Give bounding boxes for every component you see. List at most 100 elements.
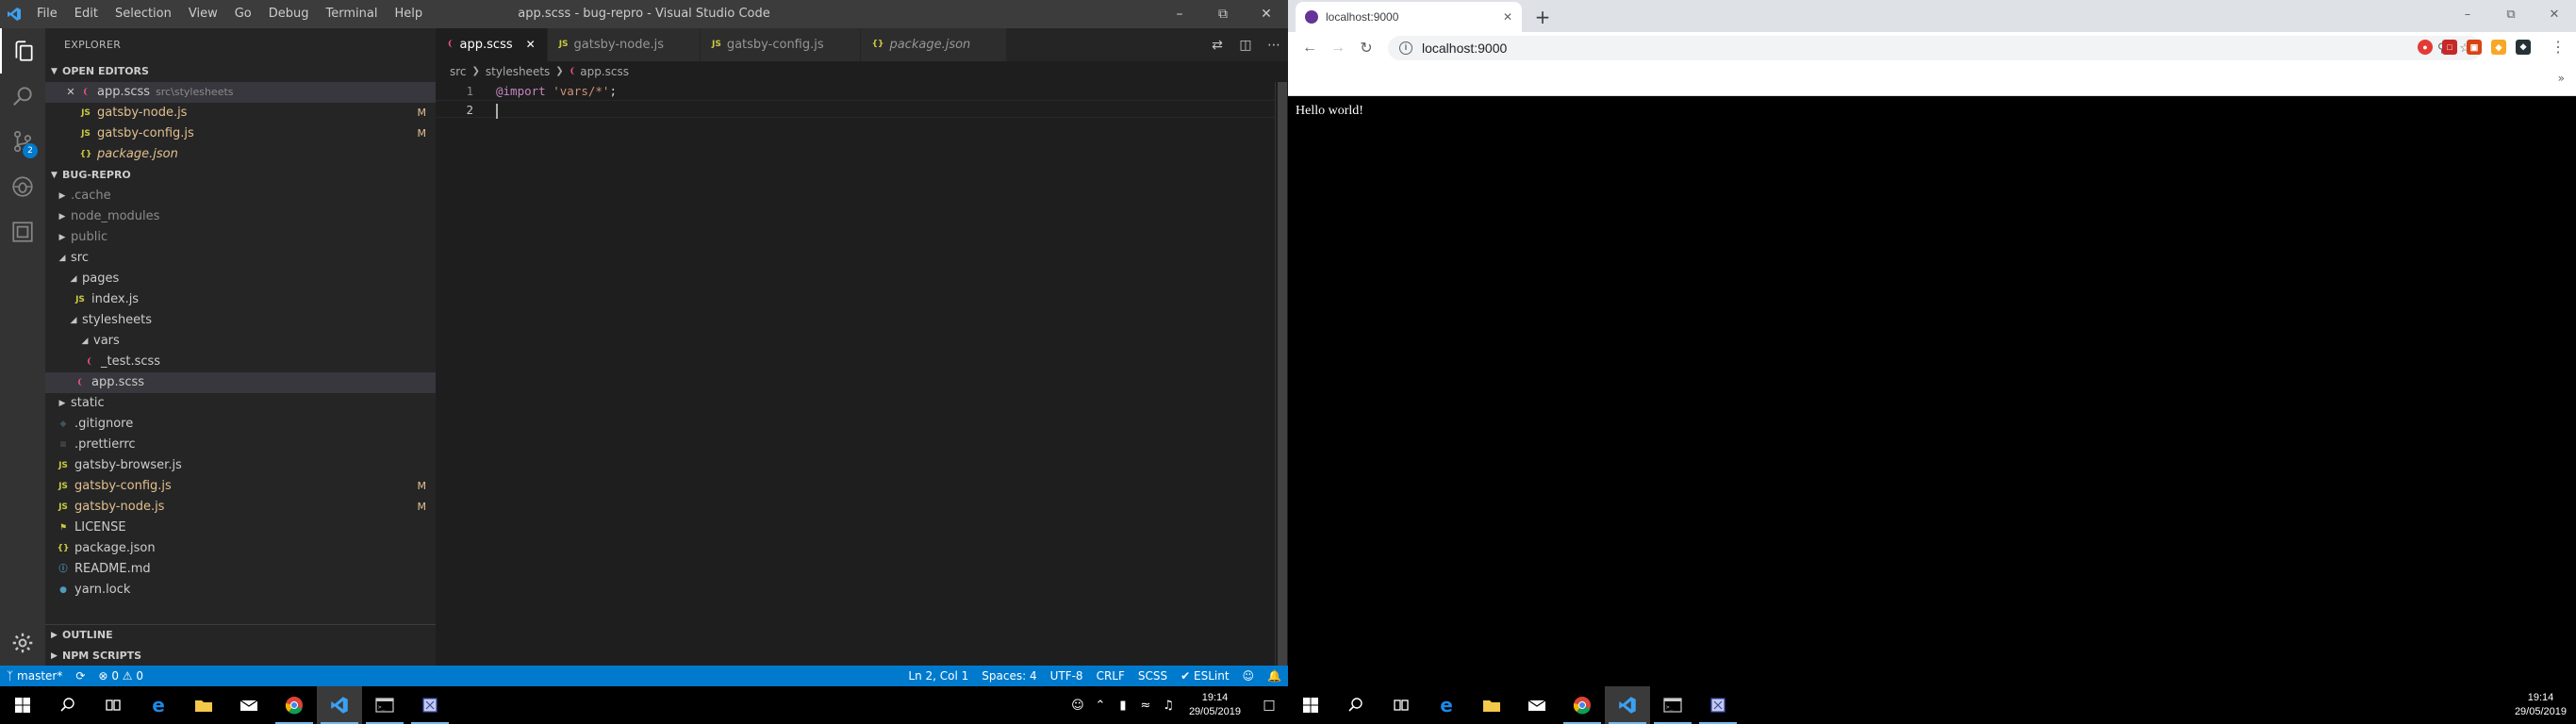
more-actions-icon[interactable]: ⋯ bbox=[1260, 38, 1288, 53]
tree-file[interactable]: JS gatsby-browser.js bbox=[45, 455, 436, 476]
menu-file[interactable]: File bbox=[28, 0, 66, 28]
mail-icon[interactable] bbox=[1514, 686, 1560, 724]
menu-go[interactable]: Go bbox=[226, 0, 260, 28]
tree-file[interactable]: ● yarn.lock bbox=[45, 580, 436, 601]
open-editor-item[interactable]: {} package.json bbox=[45, 144, 436, 165]
info-icon[interactable]: i bbox=[1399, 41, 1412, 55]
minimize-icon[interactable]: – bbox=[1158, 0, 1201, 28]
restore-icon[interactable]: ⧉ bbox=[1201, 0, 1245, 28]
tab-app-scss[interactable]: ❨ app.scss ✕ bbox=[436, 28, 548, 61]
tree-file[interactable]: {} package.json bbox=[45, 538, 436, 559]
outline-header[interactable]: ▶ OUTLINE bbox=[45, 625, 436, 646]
adblock-extension-icon[interactable]: ● bbox=[2418, 40, 2433, 55]
chrome-icon[interactable] bbox=[1560, 686, 1605, 724]
windows-start-icon[interactable] bbox=[1288, 686, 1333, 724]
vscode-icon[interactable] bbox=[1605, 686, 1650, 724]
tab-gatsby-node[interactable]: JS gatsby-node.js bbox=[547, 28, 701, 61]
extensions-icon[interactable] bbox=[0, 209, 45, 255]
extension-icon[interactable]: ▣ bbox=[2467, 40, 2482, 55]
breadcrumb-item[interactable]: stylesheets bbox=[486, 61, 550, 82]
search-icon[interactable] bbox=[1333, 686, 1379, 724]
close-icon[interactable]: ✕ bbox=[2533, 0, 2576, 28]
open-editors-header[interactable]: ▼ OPEN EDITORS bbox=[45, 61, 436, 82]
terminal-icon[interactable]: >_ bbox=[1650, 686, 1695, 724]
npm-scripts-header[interactable]: ▶ NPM SCRIPTS bbox=[45, 646, 436, 666]
feedback-icon[interactable]: ☺ bbox=[1236, 669, 1262, 683]
menu-terminal[interactable]: Terminal bbox=[318, 0, 387, 28]
settings-gear-icon[interactable] bbox=[0, 620, 45, 666]
address-bar[interactable]: i localhost:9000 ⚲ ☆ bbox=[1388, 36, 2482, 60]
notifications-bell-icon[interactable]: 🔔 bbox=[1261, 669, 1288, 683]
file-explorer-icon[interactable] bbox=[1469, 686, 1514, 724]
cursor-position[interactable]: Ln 2, Col 1 bbox=[901, 669, 975, 683]
chrome-icon[interactable] bbox=[272, 686, 317, 724]
line-ending[interactable]: CRLF bbox=[1090, 669, 1131, 683]
source-control-icon[interactable]: 2 bbox=[0, 119, 45, 164]
tree-folder[interactable]: ▶ static bbox=[45, 393, 436, 414]
tree-file[interactable]: JS gatsby-node.js M bbox=[45, 497, 436, 518]
search-icon[interactable] bbox=[0, 74, 45, 119]
indentation[interactable]: Spaces: 4 bbox=[975, 669, 1043, 683]
project-header[interactable]: ▼ BUG-REPRO bbox=[45, 165, 436, 186]
back-arrow-icon[interactable]: ← bbox=[1296, 34, 1324, 62]
close-icon[interactable]: ✕ bbox=[526, 28, 536, 61]
edge-icon[interactable]: e bbox=[1424, 686, 1469, 724]
snipping-tool-icon[interactable] bbox=[1695, 686, 1741, 724]
file-explorer-icon[interactable] bbox=[181, 686, 226, 724]
clock[interactable]: 19:14 29/05/2019 bbox=[1180, 691, 1250, 719]
tree-file[interactable]: ◆ .gitignore bbox=[45, 414, 436, 435]
windows-start-icon[interactable] bbox=[0, 686, 45, 724]
tree-file[interactable]: ⚑ LICENSE bbox=[45, 518, 436, 538]
menu-selection[interactable]: Selection bbox=[107, 0, 180, 28]
explorer-icon[interactable] bbox=[0, 28, 45, 74]
tree-folder[interactable]: ◢ stylesheets bbox=[45, 310, 436, 331]
tree-folder[interactable]: ▶ .cache bbox=[45, 186, 436, 206]
people-icon[interactable]: ☺ bbox=[1066, 699, 1089, 713]
pdf-extension-icon[interactable]: □ bbox=[2442, 40, 2457, 55]
tab-package-json[interactable]: {} package.json bbox=[860, 28, 1008, 61]
open-editor-item[interactable]: JS gatsby-config.js M bbox=[45, 123, 436, 144]
terminal-icon[interactable]: >_ bbox=[362, 686, 407, 724]
tree-folder[interactable]: ◢ pages bbox=[45, 269, 436, 289]
tree-file[interactable]: ❨ _test.scss bbox=[45, 352, 436, 372]
search-icon[interactable] bbox=[45, 686, 91, 724]
minimize-icon[interactable]: – bbox=[2446, 0, 2489, 28]
tree-file[interactable]: JS gatsby-config.js M bbox=[45, 476, 436, 497]
problems-status[interactable]: ⊗ 0 ⚠ 0 bbox=[91, 669, 150, 683]
close-icon[interactable]: ✕ bbox=[1245, 0, 1288, 28]
menu-edit[interactable]: Edit bbox=[66, 0, 107, 28]
clock[interactable]: 19:14 29/05/2019 bbox=[2505, 691, 2576, 719]
menu-debug[interactable]: Debug bbox=[260, 0, 318, 28]
tree-file[interactable]: JS index.js bbox=[45, 289, 436, 310]
code-editor[interactable]: 1 @import 'vars/*'; 2 bbox=[436, 82, 1288, 119]
open-editor-item[interactable]: ✕ ❨ app.scss src\stylesheets bbox=[45, 82, 436, 103]
extension-icon[interactable]: ◆ bbox=[2491, 40, 2506, 55]
tree-folder[interactable]: ◢ src bbox=[45, 248, 436, 269]
reload-icon[interactable]: ↻ bbox=[1352, 34, 1380, 62]
tree-folder[interactable]: ◢ vars bbox=[45, 331, 436, 352]
menu-help[interactable]: Help bbox=[386, 0, 431, 28]
chrome-tab[interactable]: localhost:9000 ✕ bbox=[1296, 2, 1522, 32]
volume-icon[interactable]: ♫ bbox=[1157, 699, 1180, 713]
scrollbar-thumb[interactable] bbox=[1278, 82, 1287, 666]
wifi-icon[interactable]: ≈ bbox=[1134, 699, 1157, 713]
tree-file-active[interactable]: ❨ app.scss bbox=[45, 372, 436, 393]
branch-status[interactable]: ᛉ master* bbox=[0, 669, 69, 683]
extension-icon[interactable]: ❖ bbox=[2516, 40, 2531, 55]
breadcrumb-item[interactable]: app.scss bbox=[580, 61, 629, 82]
menu-view[interactable]: View bbox=[180, 0, 226, 28]
mail-icon[interactable] bbox=[226, 686, 272, 724]
restore-icon[interactable]: ⧉ bbox=[2489, 0, 2533, 28]
close-tab-icon[interactable]: ✕ bbox=[1503, 10, 1512, 24]
new-tab-button[interactable]: + bbox=[1529, 4, 1556, 30]
sync-icon[interactable]: ⟳ bbox=[69, 669, 91, 683]
open-editor-item[interactable]: JS gatsby-node.js M bbox=[45, 103, 436, 123]
breadcrumb-item[interactable]: src bbox=[450, 61, 467, 82]
tree-folder[interactable]: ▶ public bbox=[45, 227, 436, 248]
chevron-up-icon[interactable]: ⌃ bbox=[1089, 699, 1112, 713]
open-changes-icon[interactable]: ⇄ bbox=[1203, 38, 1231, 53]
encoding[interactable]: UTF-8 bbox=[1044, 669, 1090, 683]
tree-file[interactable]: ≡ .prettierrc bbox=[45, 435, 436, 455]
battery-icon[interactable]: ▮ bbox=[1112, 699, 1134, 713]
chrome-menu-icon[interactable]: ⋮ bbox=[2548, 38, 2568, 58]
